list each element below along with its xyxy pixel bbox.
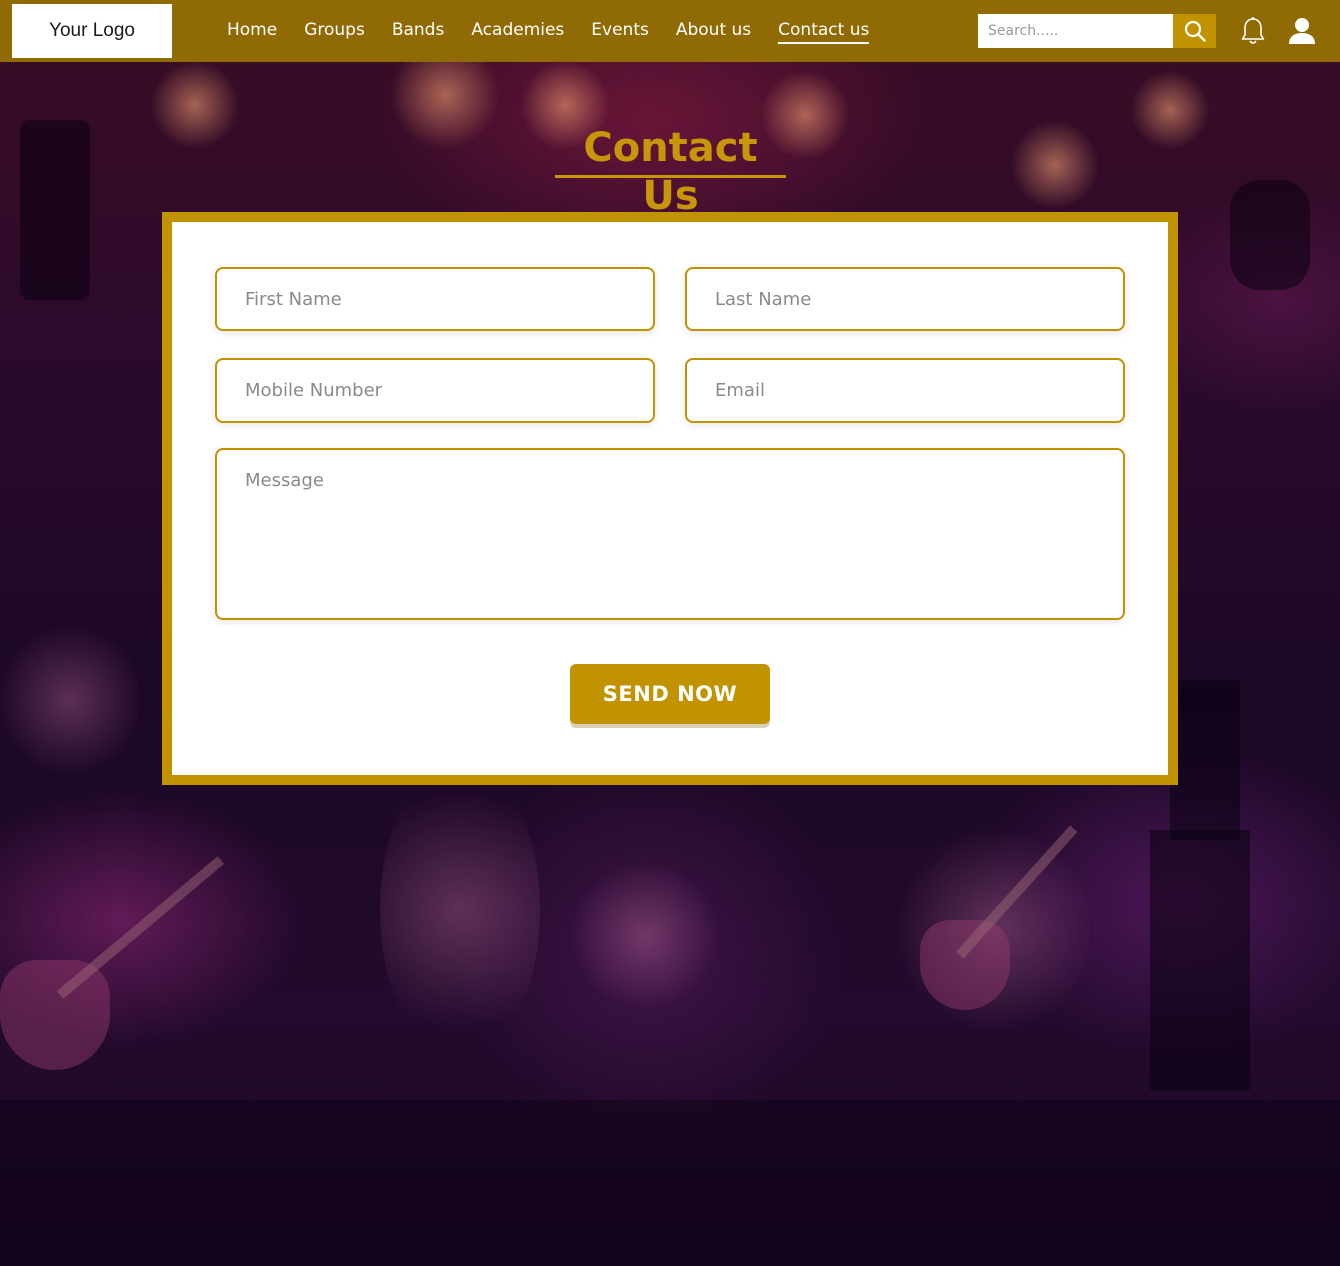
page-title: Contact Us — [583, 125, 758, 219]
nav-item-events[interactable]: Events — [591, 18, 649, 44]
notifications-button[interactable] — [1240, 16, 1266, 46]
site-logo[interactable]: Your Logo — [12, 4, 172, 58]
main-nav: Home Groups Bands Academies Events About… — [227, 18, 896, 44]
search-input[interactable] — [978, 14, 1173, 48]
nav-item-groups[interactable]: Groups — [304, 18, 365, 44]
top-navbar: Your Logo Home Groups Bands Academies Ev… — [0, 0, 1340, 62]
search-bar — [978, 14, 1216, 48]
send-now-button[interactable]: SEND NOW — [570, 664, 770, 724]
logo-text: Your Logo — [49, 20, 135, 41]
nav-item-home[interactable]: Home — [227, 18, 277, 44]
message-textarea[interactable] — [215, 448, 1125, 620]
nav-item-academies[interactable]: Academies — [471, 18, 564, 44]
user-icon — [1289, 18, 1315, 44]
first-name-input[interactable] — [215, 267, 655, 331]
nav-item-contact-us[interactable]: Contact us — [778, 18, 870, 44]
nav-item-about-us[interactable]: About us — [676, 18, 751, 44]
title-underline — [555, 175, 786, 178]
search-icon — [1184, 20, 1206, 42]
bell-icon — [1241, 17, 1265, 44]
last-name-input[interactable] — [685, 267, 1125, 331]
user-profile-button[interactable] — [1288, 16, 1316, 46]
mobile-number-input[interactable] — [215, 358, 655, 423]
email-input[interactable] — [685, 358, 1125, 423]
nav-item-bands[interactable]: Bands — [392, 18, 445, 44]
contact-form-card: SEND NOW — [162, 212, 1178, 785]
search-button[interactable] — [1173, 14, 1216, 48]
